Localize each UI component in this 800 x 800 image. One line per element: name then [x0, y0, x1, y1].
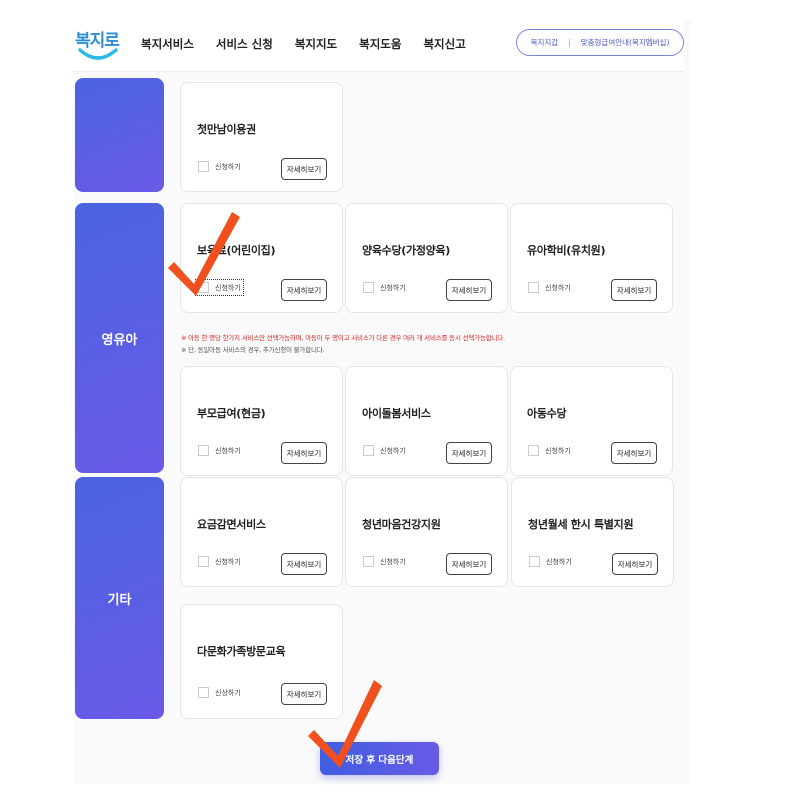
util-link-membership[interactable]: 맞춤형급여안내(복지멤버십)	[581, 37, 670, 48]
service-card: 요금감면서비스 신청하기 자세히보기	[180, 477, 343, 587]
checkbox-box[interactable]	[363, 282, 374, 293]
util-link-wallet[interactable]: 복지지갑	[531, 37, 559, 48]
apply-label: 신청하기	[215, 283, 241, 292]
detail-button[interactable]: 자세히보기	[446, 553, 492, 575]
service-title: 요금감면서비스	[197, 518, 266, 531]
checkbox-box[interactable]	[198, 161, 209, 172]
checkbox-box[interactable]	[198, 556, 209, 567]
category-label-etc: 기타	[107, 592, 132, 608]
service-card: 양육수당(가정양육) 신청하기 자세히보기	[345, 203, 508, 313]
service-card: 청년월세 한시 특별지원 신청하기 자세히보기	[511, 477, 674, 587]
apply-checkbox[interactable]: 신청하기	[529, 556, 572, 567]
nav-welfare-report[interactable]: 복지신고	[423, 36, 465, 52]
main-nav: 복지서비스 서비스 신청 복지지도 복지도움 복지신고	[141, 36, 488, 52]
detail-button[interactable]: 자세히보기	[281, 683, 327, 705]
checkbox-box[interactable]	[198, 687, 209, 698]
apply-label: 신청하기	[546, 557, 572, 566]
checkbox-box[interactable]	[528, 282, 539, 293]
apply-checkbox[interactable]: 신청하기	[363, 282, 406, 293]
service-card: 보육료(어린이집) 신청하기 자세히보기	[180, 203, 343, 313]
service-title: 아이돌봄서비스	[362, 407, 431, 420]
detail-button[interactable]: 자세히보기	[446, 442, 492, 464]
service-title: 유아학비(유치원)	[527, 244, 606, 257]
category-block-top	[75, 78, 164, 192]
service-title: 보육료(어린이집)	[197, 244, 276, 257]
apply-checkbox[interactable]: 신청하기	[195, 279, 244, 296]
service-title: 양육수당(가정양육)	[362, 244, 451, 257]
service-title: 청년월세 한시 특별지원	[528, 518, 634, 531]
apply-checkbox[interactable]: 신청하기	[198, 161, 241, 172]
apply-checkbox[interactable]: 신상하기	[198, 687, 241, 698]
category-label-infant: 영유아	[101, 332, 138, 348]
checkbox-box[interactable]	[529, 556, 540, 567]
service-card: 청년마음건강지원 신청하기 자세히보기	[345, 477, 508, 587]
notice-text: ※ 단, 동일아동 서비스의 경우, 추가신청이 불가합니다.	[181, 346, 325, 354]
site-header: 복지로 복지서비스 서비스 신청 복지지도 복지도움 복지신고 복지지갑 | 맞…	[73, 20, 684, 72]
util-separator: |	[568, 38, 571, 47]
nav-welfare-map[interactable]: 복지지도	[295, 36, 337, 52]
checkbox-box[interactable]	[363, 556, 374, 567]
smile-logo-icon	[78, 48, 118, 60]
service-card: 아이돌봄서비스 신청하기 자세히보기	[345, 366, 508, 476]
category-block-etc: 기타	[75, 477, 164, 719]
detail-button[interactable]: 자세히보기	[446, 279, 492, 301]
service-card: 첫만남이용권 신청하기 자세히보기	[180, 82, 343, 192]
apply-label: 신청하기	[215, 557, 241, 566]
detail-button[interactable]: 자세히보기	[281, 442, 327, 464]
apply-checkbox[interactable]: 신청하기	[528, 282, 571, 293]
service-card: 부모급여(현금) 신청하기 자세히보기	[180, 366, 343, 476]
checkbox-box[interactable]	[528, 445, 539, 456]
service-title: 아동수당	[527, 407, 567, 420]
apply-checkbox[interactable]: 신청하기	[528, 445, 571, 456]
util-links: 복지지갑 | 맞춤형급여안내(복지멤버십)	[516, 29, 684, 56]
apply-label: 신청하기	[380, 446, 406, 455]
save-next-button[interactable]: 저장 후 다음단계	[320, 742, 439, 775]
apply-label: 신청하기	[380, 283, 406, 292]
apply-checkbox[interactable]: 신청하기	[363, 445, 406, 456]
detail-button[interactable]: 자세히보기	[281, 553, 327, 575]
checkbox-box[interactable]	[198, 282, 209, 293]
apply-label: 신상하기	[215, 688, 241, 697]
service-card: 아동수당 신청하기 자세히보기	[510, 366, 673, 476]
nav-welfare-help[interactable]: 복지도움	[359, 36, 401, 52]
apply-label: 신청하기	[545, 283, 571, 292]
service-title: 다문화가족방문교육	[197, 645, 286, 658]
checkbox-box[interactable]	[198, 445, 209, 456]
detail-button[interactable]: 자세히보기	[281, 158, 327, 180]
service-card: 유아학비(유치원) 신청하기 자세히보기	[510, 203, 673, 313]
service-card: 다문화가족방문교육 신상하기 자세히보기	[180, 604, 343, 719]
site-logo[interactable]: 복지로	[75, 26, 121, 70]
checkbox-box[interactable]	[363, 445, 374, 456]
notice-text: ※ 아동 한 명당 한가지 서비스만 선택가능하며, 아동이 두 명이고 서비스…	[181, 334, 505, 342]
apply-checkbox[interactable]: 신청하기	[198, 445, 241, 456]
detail-button[interactable]: 자세히보기	[611, 442, 657, 464]
detail-button[interactable]: 자세히보기	[281, 279, 327, 301]
detail-button[interactable]: 자세히보기	[612, 553, 658, 575]
service-title: 부모급여(현금)	[197, 407, 266, 420]
apply-label: 신청하기	[215, 446, 241, 455]
detail-button[interactable]: 자세히보기	[611, 279, 657, 301]
apply-label: 신청하기	[380, 557, 406, 566]
service-title: 첫만남이용권	[197, 123, 256, 136]
service-title: 청년마음건강지원	[362, 518, 441, 531]
apply-checkbox[interactable]: 신청하기	[198, 556, 241, 567]
nav-service-apply[interactable]: 서비스 신청	[216, 36, 273, 52]
category-block-infant: 영유아	[75, 203, 164, 473]
nav-welfare-services[interactable]: 복지서비스	[141, 36, 194, 52]
apply-label: 신청하기	[545, 446, 571, 455]
apply-label: 신청하기	[215, 162, 241, 171]
apply-checkbox[interactable]: 신청하기	[363, 556, 406, 567]
